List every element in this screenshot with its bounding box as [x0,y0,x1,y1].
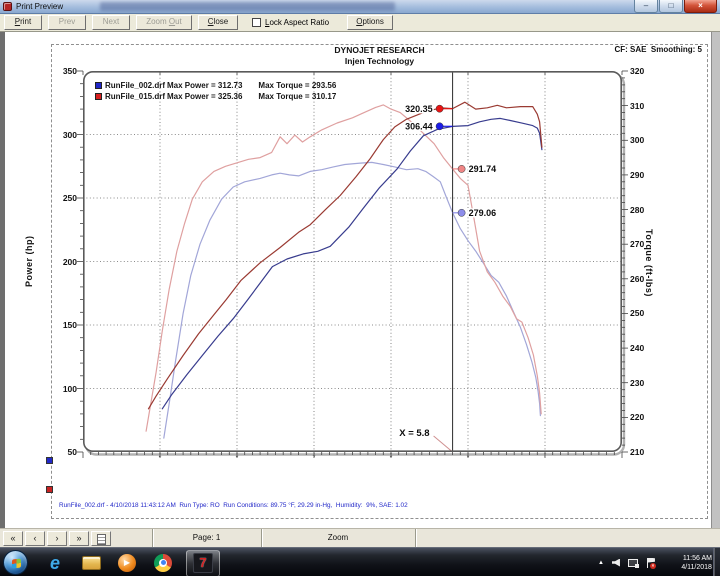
svg-text:291.74: 291.74 [469,164,497,174]
report-header-facility: Injen Technology [51,56,708,66]
legend-max-torque: Max Torque = 293.56 [258,81,336,90]
first-page-button[interactable]: « [3,531,23,546]
torque-tick-label: 250 [630,308,658,318]
torque-tick-label: 220 [630,412,658,422]
run-note-color-swatch [46,457,53,464]
legend-max-power: Max Power = 325.36 [167,92,242,101]
power-axis-title: Power (hp) [24,166,34,356]
internet-explorer-icon: e [50,554,60,572]
chart-legend: RunFile_002.drf Max Power = 312.73 Max T… [95,80,336,102]
window-title: Print Preview [16,1,63,13]
close-preview-button[interactable]: Close [198,15,238,30]
legend-color-swatch [95,93,102,100]
lock-aspect-ratio-checkbox[interactable] [252,18,261,27]
dyno-chart-plot[interactable]: X = 5.8 320.35 306.44 291.74 279.06 [83,71,622,452]
titlebar[interactable]: Print Preview – □ × [0,0,720,14]
svg-text:279.06: 279.06 [469,208,497,218]
statusbar-divider [415,529,416,548]
page-layout-button[interactable] [91,531,111,546]
clock-date: 4/11/2018 [664,563,712,572]
power-tick-label: 200 [49,257,77,267]
legend-file-label: RunFile_002.drf [105,81,165,90]
zoom-out-button[interactable]: Zoom Out [136,15,192,30]
folder-icon [82,556,101,570]
show-desktop-button[interactable] [713,548,720,576]
preview-right-margin [711,32,720,528]
run-note-color-swatch [46,486,53,493]
legend-max-power: Max Power = 312.73 [167,81,242,90]
power-tick-label: 300 [49,130,77,140]
svg-text:320.35: 320.35 [405,104,433,114]
torque-axis-ticks: 320310300290280270260250240230220210 [628,71,658,452]
app-icon [3,2,12,11]
power-tick-label: 350 [49,66,77,76]
taskbar: e ▶ 7 ▲ × 11:56 AM 4/11/2018 [0,547,720,576]
alert-badge: × [650,563,656,569]
torque-tick-label: 260 [630,274,658,284]
preview-area: DYNOJET RESEARCH Injen Technology CF: SA… [0,32,720,528]
screen: { "window": { "title": "Print Preview", … [0,0,720,576]
legend-row: RunFile_002.drf Max Power = 312.73 Max T… [95,80,336,90]
statusbar: « ‹ › » Page: 1 Zoom [0,528,720,547]
maximize-button[interactable]: □ [659,0,683,13]
torque-tick-label: 210 [630,447,658,457]
windows-flag-icon [12,559,21,569]
volume-icon[interactable] [612,559,620,567]
torque-tick-label: 230 [630,378,658,388]
toolbar: Print Prev Next Zoom Out Close Lock Aspe… [0,14,720,32]
dynojet-app-taskbar-button[interactable]: 7 [186,550,220,576]
page-indicator: Page: 1 [152,529,261,548]
media-player-icon: ▶ [118,554,136,572]
options-button[interactable]: Options [347,15,393,30]
dynojet-app-icon: 7 [193,553,213,573]
preview-left-margin [0,32,5,528]
torque-tick-label: 280 [630,205,658,215]
wmp-taskbar-icon[interactable]: ▶ [114,551,140,575]
network-icon[interactable] [628,559,638,567]
chart-svg: X = 5.8 320.35 306.44 291.74 279.06 [83,71,622,452]
action-center-flag-icon[interactable]: × [646,558,656,568]
print-button[interactable]: Print [4,15,42,30]
chrome-taskbar-icon[interactable] [150,551,176,575]
svg-text:306.44: 306.44 [405,122,433,132]
power-tick-label: 150 [49,320,77,330]
legend-file-label: RunFile_015.drf [105,92,165,101]
last-page-button[interactable]: » [69,531,89,546]
torque-tick-label: 240 [630,343,658,353]
torque-tick-label: 310 [630,101,658,111]
clock-time: 11:56 AM [664,554,712,563]
zoom-indicator: Zoom [261,529,415,548]
close-window-button[interactable]: × [684,0,717,13]
power-tick-label: 100 [49,384,77,394]
torque-tick-label: 290 [630,170,658,180]
prev-page-button[interactable]: ‹ [25,531,45,546]
legend-max-torque: Max Torque = 310.17 [258,92,336,101]
chrome-icon [154,554,172,572]
svg-text:X = 5.8: X = 5.8 [399,428,429,439]
correction-factor-label: CF: SAE Smoothing: 5 [400,45,702,54]
torque-tick-label: 270 [630,239,658,249]
ie-taskbar-icon[interactable]: e [42,551,68,575]
legend-row: RunFile_015.drf Max Power = 325.36 Max T… [95,91,336,101]
minimize-button[interactable]: – [634,0,658,13]
prev-button[interactable]: Prev [48,15,86,30]
torque-tick-label: 300 [630,135,658,145]
explorer-taskbar-icon[interactable] [78,551,104,575]
tray-expand-icon[interactable]: ▲ [598,560,604,566]
torque-tick-label: 320 [630,66,658,76]
next-button[interactable]: Next [92,15,130,30]
redacted-title-text [100,2,395,11]
lock-aspect-ratio-label[interactable]: Lock Aspect Ratio [265,18,329,27]
start-button[interactable] [3,550,28,575]
legend-color-swatch [95,82,102,89]
page-layout-icon [97,534,106,545]
tray-clock[interactable]: 11:56 AM 4/11/2018 [664,554,712,572]
power-tick-label: 250 [49,193,77,203]
power-axis-ticks: 35030025020015010050 [49,71,79,452]
next-page-button[interactable]: › [47,531,67,546]
